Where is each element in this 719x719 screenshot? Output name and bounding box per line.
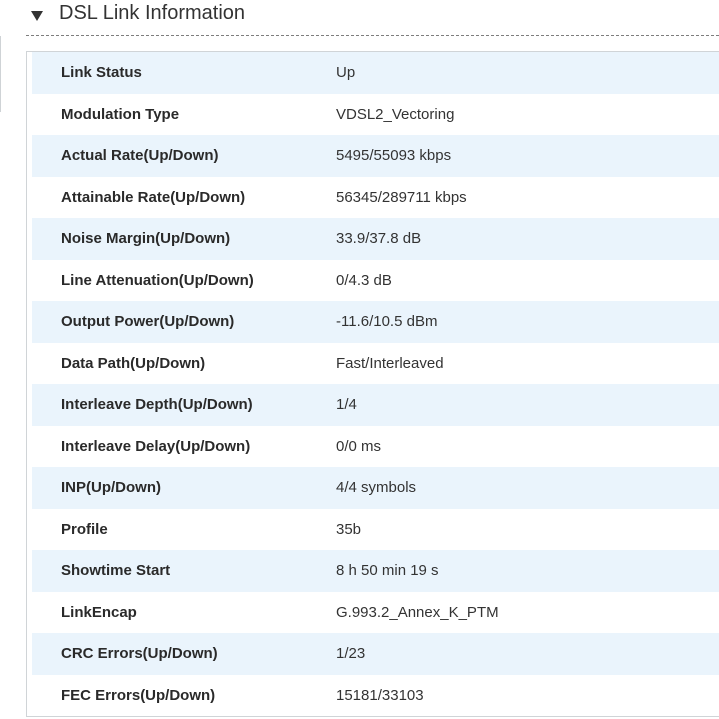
row-label: CRC Errors(Up/Down) <box>61 645 218 663</box>
row-label: Modulation Type <box>61 105 180 123</box>
table-row: Output Power(Up/Down) -11.6/10.5 dBm <box>32 301 719 343</box>
row-value: 33.9/37.8 dB <box>336 230 422 248</box>
table-row: INP(Up/Down) 4/4 symbols <box>32 467 719 509</box>
row-value: 5495/55093 kbps <box>336 147 452 165</box>
row-value: 0/4.3 dB <box>336 271 392 289</box>
row-label: LinkEncap <box>61 603 137 621</box>
row-value: 8 h 50 min 19 s <box>336 562 439 580</box>
row-label: Interleave Depth(Up/Down) <box>61 396 253 414</box>
row-value: 0/0 ms <box>336 437 382 455</box>
row-label: Link Status <box>61 64 142 82</box>
table-row: FEC Errors(Up/Down) 15181/33103 <box>32 674 719 716</box>
table-row: Link Status Up <box>32 52 719 94</box>
row-value: 4/4 symbols <box>336 479 417 497</box>
row-label: Showtime Start <box>61 562 171 580</box>
section-header[interactable]: DSL Link Information <box>26 0 719 36</box>
row-label: Noise Margin(Up/Down) <box>61 230 231 248</box>
table-row: Data Path(Up/Down) Fast/Interleaved <box>32 342 719 384</box>
row-label: Data Path(Up/Down) <box>61 354 206 372</box>
table-row: Attainable Rate(Up/Down) 56345/289711 kb… <box>32 176 719 218</box>
row-value: 1/23 <box>336 645 366 663</box>
row-value: G.993.2_Annex_K_PTM <box>336 603 499 621</box>
row-label: Profile <box>61 520 108 538</box>
dsl-info-table: Link Status Up Modulation Type VDSL2_Vec… <box>26 51 719 717</box>
row-value: 1/4 <box>336 396 357 414</box>
left-divider <box>0 36 1 112</box>
table-row: Interleave Depth(Up/Down) 1/4 <box>32 384 719 426</box>
triangle-down-icon[interactable] <box>30 9 44 23</box>
row-label: Actual Rate(Up/Down) <box>61 147 219 165</box>
row-label: Interleave Delay(Up/Down) <box>61 437 251 455</box>
row-value: 15181/33103 <box>336 686 424 704</box>
row-value: Up <box>336 64 356 82</box>
table-row: Showtime Start 8 h 50 min 19 s <box>32 550 719 592</box>
table-row: Interleave Delay(Up/Down) 0/0 ms <box>32 425 719 467</box>
row-label: INP(Up/Down) <box>61 479 161 497</box>
row-value: -11.6/10.5 dBm <box>336 313 438 331</box>
row-value: 35b <box>336 520 362 538</box>
table-row: LinkEncap G.993.2_Annex_K_PTM <box>32 591 719 633</box>
table-row: Line Attenuation(Up/Down) 0/4.3 dB <box>32 259 719 301</box>
table-row: Modulation Type VDSL2_Vectoring <box>32 93 719 135</box>
table-row: Profile 35b <box>32 508 719 550</box>
dsl-info-page: DSL Link Information Link Status Up Modu… <box>0 0 719 719</box>
row-value: VDSL2_Vectoring <box>336 105 455 123</box>
table-row: Actual Rate(Up/Down) 5495/55093 kbps <box>32 135 719 177</box>
table-row: CRC Errors(Up/Down) 1/23 <box>32 633 719 675</box>
row-label: Line Attenuation(Up/Down) <box>61 271 254 289</box>
row-label: Attainable Rate(Up/Down) <box>61 188 246 206</box>
table-row: Noise Margin(Up/Down) 33.9/37.8 dB <box>32 218 719 260</box>
row-label: Output Power(Up/Down) <box>61 313 235 331</box>
section-title: DSL Link Information <box>59 2 246 24</box>
row-value: Fast/Interleaved <box>336 354 444 372</box>
row-value: 56345/289711 kbps <box>336 188 467 206</box>
row-label: FEC Errors(Up/Down) <box>61 686 216 704</box>
